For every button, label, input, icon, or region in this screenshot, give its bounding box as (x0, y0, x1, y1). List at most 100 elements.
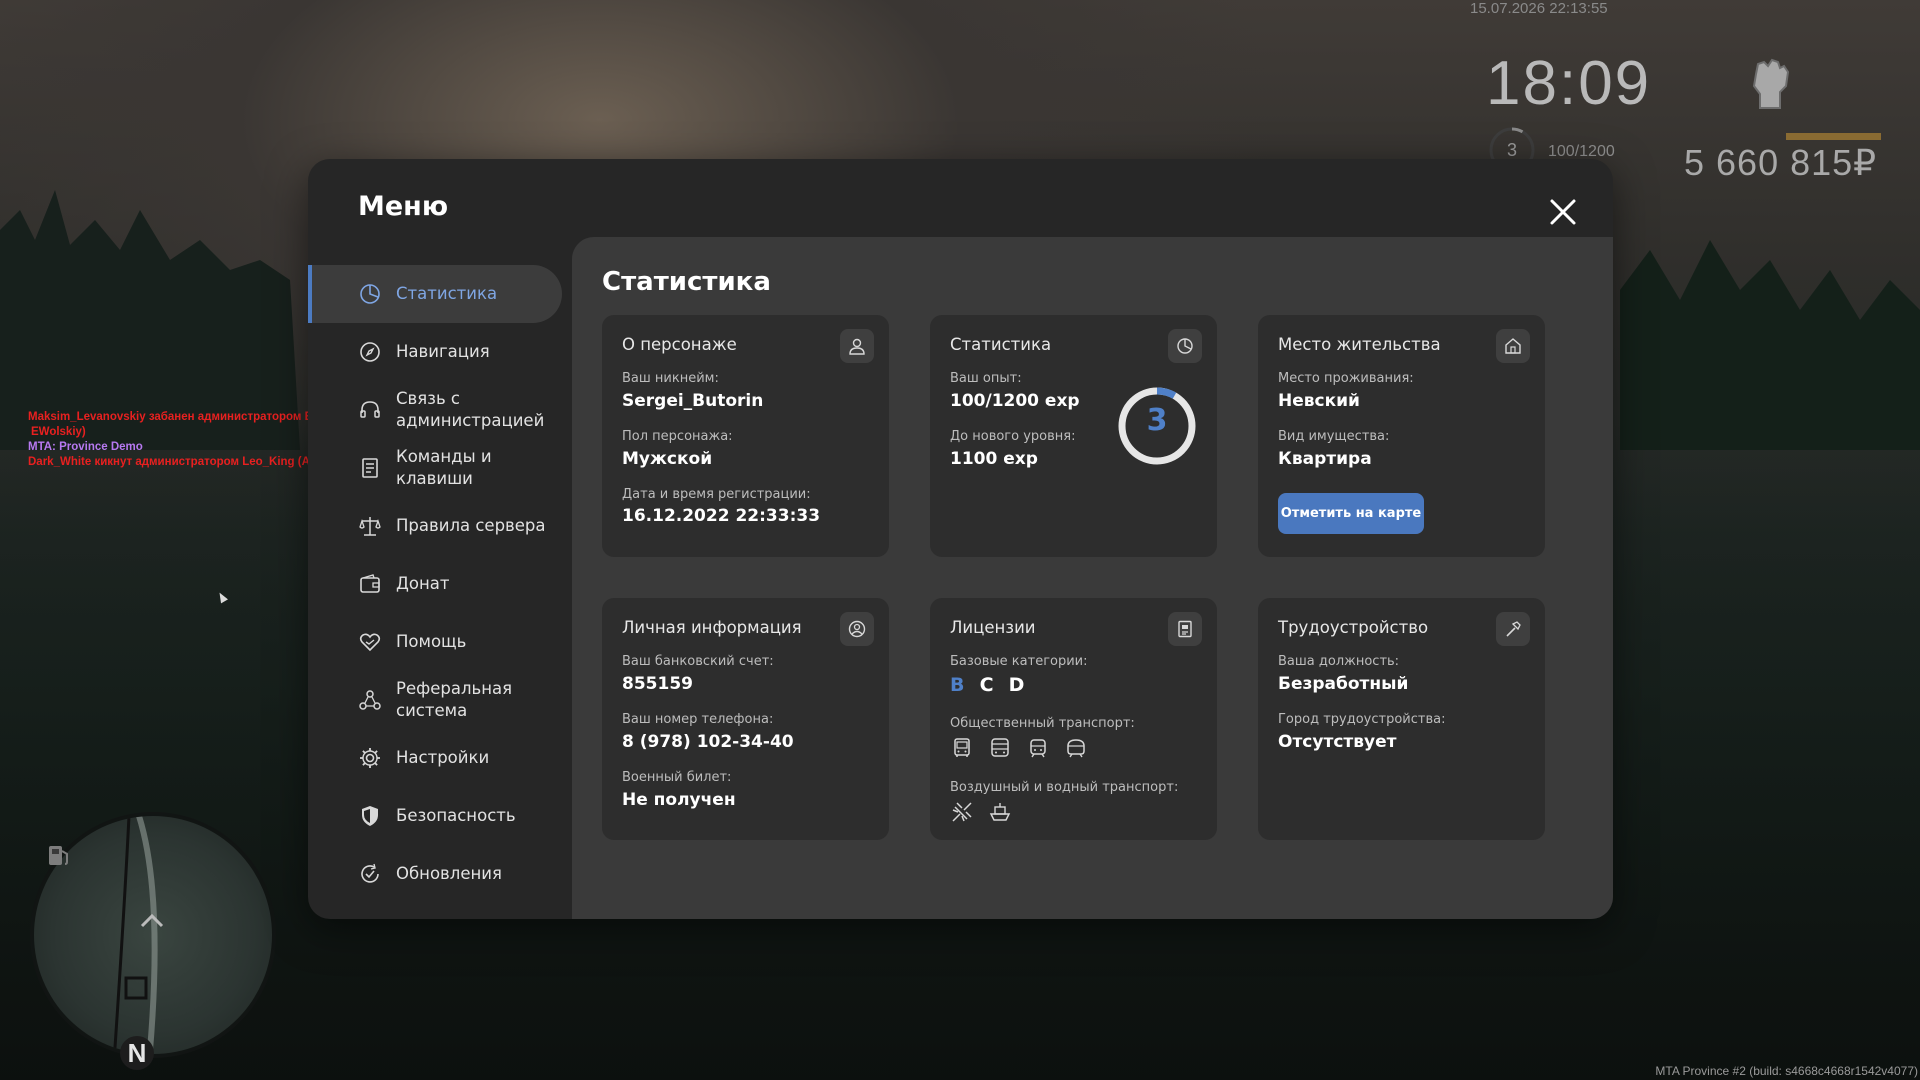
bus-icon (954, 738, 970, 757)
hud-level: 3 (1506, 140, 1517, 160)
sidebar-item-label: Команды и клавиши (396, 447, 492, 488)
fist-icon (1752, 58, 1790, 109)
document-icon (362, 458, 378, 478)
sidebar-item-label: Статистика (396, 284, 498, 303)
sidebar-item-settings[interactable]: Настройки (308, 729, 572, 787)
metro-icon (1067, 739, 1085, 758)
sidebar-item-label: Настройки (396, 748, 490, 767)
scales-icon (359, 517, 381, 536)
card-title: Трудоустройство (1278, 618, 1429, 637)
content-title: Статистика (602, 267, 771, 297)
card-personal-info: Личная информация Ваш банковский счет: 8… (602, 598, 889, 840)
menu-title: Меню (358, 191, 449, 222)
sidebar-item-navigation[interactable]: Навигация (308, 323, 572, 381)
tram-icon (1030, 739, 1046, 758)
card-icon-button (1496, 612, 1530, 646)
air-water-transport-label: Воздушный и водный транспорт: (950, 780, 1179, 795)
level-number: 3 (1146, 403, 1168, 438)
heart-hand-icon (359, 633, 381, 652)
card-employment: Трудоустройство Ваша должность: Безработ… (1258, 598, 1545, 840)
build-info: MTA Province #2 (build: s4668c4668r1542v… (1655, 1064, 1918, 1078)
sidebar-item-referral[interactable]: Реферальная система (308, 671, 572, 729)
headset-icon (360, 401, 380, 418)
house-icon (1505, 338, 1521, 354)
sidebar-item-rules[interactable]: Правила сервера (308, 497, 572, 555)
city-value: Отсутствует (1278, 732, 1397, 752)
sidebar-item-updates[interactable]: Обновления (308, 845, 572, 903)
sidebar-item-label: Безопасность (396, 806, 516, 825)
card-icon-button (1168, 612, 1202, 646)
public-transport-label: Общественный транспорт: (950, 716, 1135, 731)
pie-chart-icon (360, 284, 380, 304)
ship-icon (989, 803, 1011, 821)
card-title: Место жительства (1278, 335, 1441, 354)
fuel-icon (49, 846, 68, 865)
sidebar-item-label: Обновления (396, 864, 502, 883)
sidebar-item-label: Правила сервера (396, 516, 546, 535)
license-category-c: C (979, 674, 994, 696)
card-title: Статистика (950, 335, 1052, 354)
card-title: О персонаже (622, 335, 737, 354)
sidebar-item-label: Реферальная система (396, 679, 513, 720)
basic-categories-label: Базовые категории: (950, 654, 1088, 669)
sidebar-item-label: Связь с администрацией (396, 389, 545, 430)
nickname-label: Ваш никнейм: (622, 371, 719, 386)
user-icon (849, 338, 865, 355)
exp-label: Ваш опыт: (950, 371, 1022, 386)
pie-chart-icon (1177, 338, 1193, 354)
hud-clock: 18:09 (1486, 49, 1652, 118)
gender-label: Пол персонажа: (622, 429, 733, 444)
property-label: Вид имущества: (1278, 429, 1390, 444)
license-icon (1178, 620, 1192, 638)
plane-icon (952, 802, 972, 822)
position-value: Безработный (1278, 674, 1409, 694)
sidebar-item-statistics[interactable]: Статистика (308, 265, 562, 323)
position-label: Ваша должность: (1278, 654, 1400, 669)
card-licenses: Лицензии Базовые категории: B C D Общест… (930, 598, 1217, 840)
gear-icon (360, 748, 380, 768)
card-icon-button (1496, 329, 1530, 363)
registration-label: Дата и время регистрации: (622, 487, 811, 502)
phone-label: Ваш номер телефона: (622, 712, 774, 727)
phone-value: 8 (978) 102-34-40 (622, 732, 794, 752)
compass-icon (360, 342, 380, 362)
hud-money: 5 660 815₽ (1684, 142, 1878, 183)
refresh-check-icon (361, 863, 379, 883)
hud-datetime: 15.07.2026 22:13:55 (1470, 0, 1608, 17)
sidebar: Статистика Навигация Связь с администрац… (308, 265, 572, 903)
sidebar-item-donate[interactable]: Донат (308, 555, 572, 613)
card-title: Лицензии (950, 618, 1036, 637)
card-character: О персонаже Ваш никнейм: Sergei_Butorin … (602, 315, 889, 557)
hammer-icon (1506, 621, 1521, 637)
next-level-label: До нового уровня: (950, 429, 1076, 444)
content-panel: Статистика О персонаже Ваш никнейм: Serg… (572, 237, 1613, 919)
bank-label: Ваш банковский счет: (622, 654, 774, 669)
next-level-value: 1100 exp (950, 449, 1038, 469)
place-value: Невский (1278, 391, 1360, 411)
menu-window: Меню Статистика Навигация Связь с админи… (308, 159, 1613, 919)
place-label: Место проживания: (1278, 371, 1414, 386)
city-label: Город трудоустройства: (1278, 712, 1446, 727)
exp-value: 100/1200 exp (950, 391, 1080, 411)
gender-value: Мужской (622, 449, 713, 469)
bus-front-icon (991, 738, 1009, 757)
sidebar-item-security[interactable]: Безопасность (308, 787, 572, 845)
sidebar-item-label: Навигация (396, 342, 490, 361)
air-water-transport-icons (950, 800, 1012, 824)
sidebar-item-commands[interactable]: Команды и клавиши (308, 439, 572, 497)
card-residence: Место жительства Место проживания: Невск… (1258, 315, 1545, 557)
card-icon-button (840, 329, 874, 363)
card-statistics: Статистика Ваш опыт: 100/1200 exp До нов… (930, 315, 1217, 557)
sidebar-item-label: Донат (396, 574, 450, 593)
license-category-b: B (950, 674, 965, 696)
close-icon[interactable] (1546, 195, 1580, 229)
military-value: Не получен (622, 790, 736, 810)
mark-on-map-button[interactable]: Отметить на карте (1278, 493, 1424, 534)
card-icon-button (1168, 329, 1202, 363)
license-categories: B C D (950, 674, 1034, 696)
sidebar-item-help[interactable]: Помощь (308, 613, 572, 671)
card-title: Личная информация (622, 618, 802, 637)
license-category-d: D (1008, 674, 1025, 696)
sidebar-item-admin-contact[interactable]: Связь с администрацией (308, 381, 572, 439)
people-network-icon (359, 690, 381, 710)
